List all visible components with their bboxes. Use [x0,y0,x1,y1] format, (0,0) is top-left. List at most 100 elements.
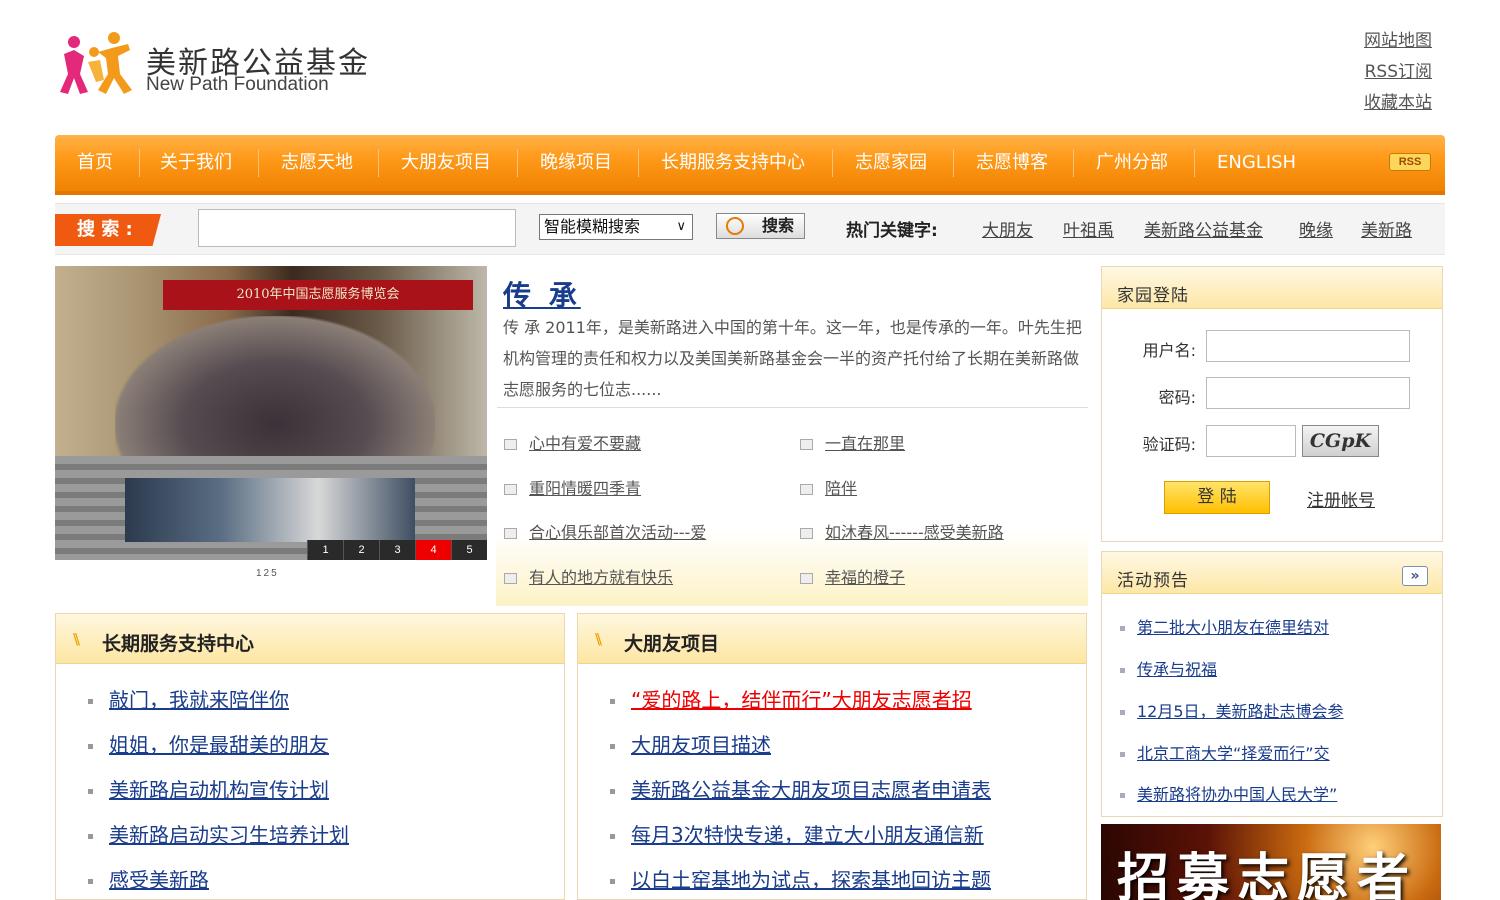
event-item[interactable]: 12月5日，美新路赴志博会参 [1120,698,1344,722]
nav-item-volunteer-home[interactable]: 志愿家园 [855,135,927,191]
list-item[interactable]: 美新路公益基金大朋友项目志愿者申请表 [610,774,991,803]
bullet-icon [504,573,517,584]
events-box: 活动预告 » 第二批大小朋友在德里结对 传承与祝福 12月5日，美新路赴志博会参… [1101,551,1443,817]
nav-item-home[interactable]: 首页 [77,135,113,191]
list-item[interactable]: 重阳情暖四季青 [504,475,641,499]
bullet-icon [610,699,615,704]
bullet-icon [504,439,517,450]
slide-page-2[interactable]: 2 [343,540,379,560]
list-item[interactable]: 姐姐，你是最甜美的朋友 [88,729,329,758]
hot-keyword-link[interactable]: 叶祖禹 [1063,216,1114,241]
sitemap-link[interactable]: 网站地图 [1364,26,1432,57]
username-field[interactable] [1206,330,1410,362]
nav-divider [258,149,259,177]
chevron-down-icon: ∨ [676,219,686,234]
feature-title-link[interactable]: 传 承 [503,274,581,314]
list-item[interactable]: 美新路启动机构宣传计划 [88,774,329,803]
list-item-link[interactable]: 美新路公益基金大朋友项目志愿者申请表 [631,778,991,802]
list-item[interactable]: 心中有爱不要藏 [504,430,641,454]
list-item[interactable]: 陪伴 [800,475,857,499]
password-field[interactable] [1206,377,1410,409]
event-item-label: 12月5日，美新路赴志博会参 [1137,702,1344,721]
login-button[interactable]: 登 陆 [1164,481,1270,514]
rss-subscribe-link[interactable]: RSS订阅 [1364,57,1432,88]
nav-divider [638,149,639,177]
slide-page-5[interactable]: 5 [451,540,487,560]
list-item-label: 一直在那里 [825,434,906,453]
event-item[interactable]: 北京工商大学“择爱而行”交 [1120,740,1330,764]
nav-item-about[interactable]: 关于我们 [160,135,232,191]
list-item-label: 合心俱乐部首次活动---爱 [529,523,707,542]
list-item[interactable]: 如沐春风------感受美新路 [800,519,1004,543]
hot-keyword-link[interactable]: 大朋友 [982,216,1033,241]
list-item-label: 重阳情暖四季青 [529,479,642,498]
event-item[interactable]: 美新路将协办中国人民大学” [1120,781,1337,805]
banner-slideshow[interactable]: 2010年中国志愿服务博览会 1 2 3 4 5 [55,266,487,560]
nav-item-volunteer-world[interactable]: 志愿天地 [281,135,353,191]
events-box-title: 活动预告 [1117,571,1189,591]
recruit-banner-text: 招募志愿者 [1117,848,1418,900]
list-item[interactable]: 以白土窑基地为试点，探索基地回访主题 [610,864,991,893]
bullet-icon [1120,793,1125,798]
hot-keyword-link[interactable]: 美新路公益基金 [1144,216,1263,241]
nav-item-volunteer-blog[interactable]: 志愿博客 [976,135,1048,191]
slide-page-1[interactable]: 1 [307,540,343,560]
slide-page-4[interactable]: 4 [415,540,451,560]
nav-divider [832,149,833,177]
search-bar: 搜 索 : 智能模糊搜索 ∨ 搜索 热门关键字: 大朋友 叶祖禹 美新路公益基金… [55,203,1445,255]
register-link[interactable]: 注册帐号 [1307,486,1375,511]
bullet-icon [88,834,93,839]
top-links: 网站地图 RSS订阅 收藏本站 [1364,26,1432,119]
bullet-icon [610,744,615,749]
list-item-link[interactable]: 大朋友项目描述 [631,733,771,757]
list-item[interactable]: 大朋友项目描述 [610,729,771,758]
list-item[interactable]: 有人的地方就有快乐 [504,564,673,588]
nav-item-big-friend[interactable]: 大朋友项目 [401,135,491,191]
list-item-link[interactable]: 美新路启动机构宣传计划 [109,778,329,802]
list-item[interactable]: 合心俱乐部首次活动---爱 [504,519,706,543]
list-item-label: 如沐春风------感受美新路 [825,523,1004,542]
event-item[interactable]: 第二批大小朋友在德里结对 [1120,614,1329,638]
search-mode-value: 智能模糊搜索 [544,217,641,236]
nav-item-guangzhou[interactable]: 广州分部 [1096,135,1168,191]
captcha-field[interactable] [1206,425,1296,457]
nav-divider [1194,149,1195,177]
list-item-link[interactable]: 每月3次特快专递，建立大小朋友通信新 [631,823,984,847]
captcha-image[interactable]: CGpK [1302,425,1379,457]
nav-item-english[interactable]: ENGLISH [1217,135,1296,191]
bullet-icon [504,484,517,495]
nav-item-late-bond[interactable]: 晚缘项目 [540,135,612,191]
search-button[interactable]: 搜索 [716,213,805,239]
list-item-label: 幸福的橙子 [825,568,906,587]
search-input[interactable] [198,209,516,247]
hot-keyword-link[interactable]: 晚缘 [1299,216,1333,241]
list-item[interactable]: 敲门，我就来陪伴你 [88,684,289,713]
slide-page-3[interactable]: 3 [379,540,415,560]
more-icon[interactable]: » [1402,566,1428,586]
list-item-link[interactable]: 美新路启动实习生培养计划 [109,823,349,847]
list-item-link[interactable]: 以白土窑基地为试点，探索基地回访主题 [631,868,991,892]
list-item[interactable]: “爱的路上，结伴而行”大朋友志愿者招 [610,684,972,713]
event-item[interactable]: 传承与祝福 [1120,656,1217,680]
rss-icon[interactable]: RSS [1389,153,1431,171]
list-item[interactable]: 美新路启动实习生培养计划 [88,819,349,848]
site-logo[interactable]: 美新路公益基金 New Path Foundation [60,30,380,100]
panel-header: \\ 大朋友项目 [578,614,1086,664]
list-item[interactable]: 感受美新路 [88,864,209,893]
list-item[interactable]: 每月3次特快专递，建立大小朋友通信新 [610,819,984,848]
bullet-icon [610,879,615,884]
bullet-icon [88,879,93,884]
panel-title: 长期服务支持中心 [102,633,255,655]
nav-item-support-center[interactable]: 长期服务支持中心 [661,135,805,191]
list-item-link[interactable]: 姐姐，你是最甜美的朋友 [109,733,329,757]
bookmark-link[interactable]: 收藏本站 [1364,88,1432,119]
list-item[interactable]: 幸福的橙子 [800,564,905,588]
list-item-link[interactable]: 敲门，我就来陪伴你 [109,688,289,712]
slideshow-pager: 1 2 3 4 5 [307,540,487,560]
list-item[interactable]: 一直在那里 [800,430,905,454]
list-item-link[interactable]: 感受美新路 [109,868,209,892]
hot-keyword-link[interactable]: 美新路 [1361,216,1412,241]
list-item-link[interactable]: “爱的路上，结伴而行”大朋友志愿者招 [631,688,972,712]
recruit-volunteers-banner[interactable]: 招募志愿者 [1101,824,1441,900]
search-mode-select[interactable]: 智能模糊搜索 ∨ [539,214,693,240]
